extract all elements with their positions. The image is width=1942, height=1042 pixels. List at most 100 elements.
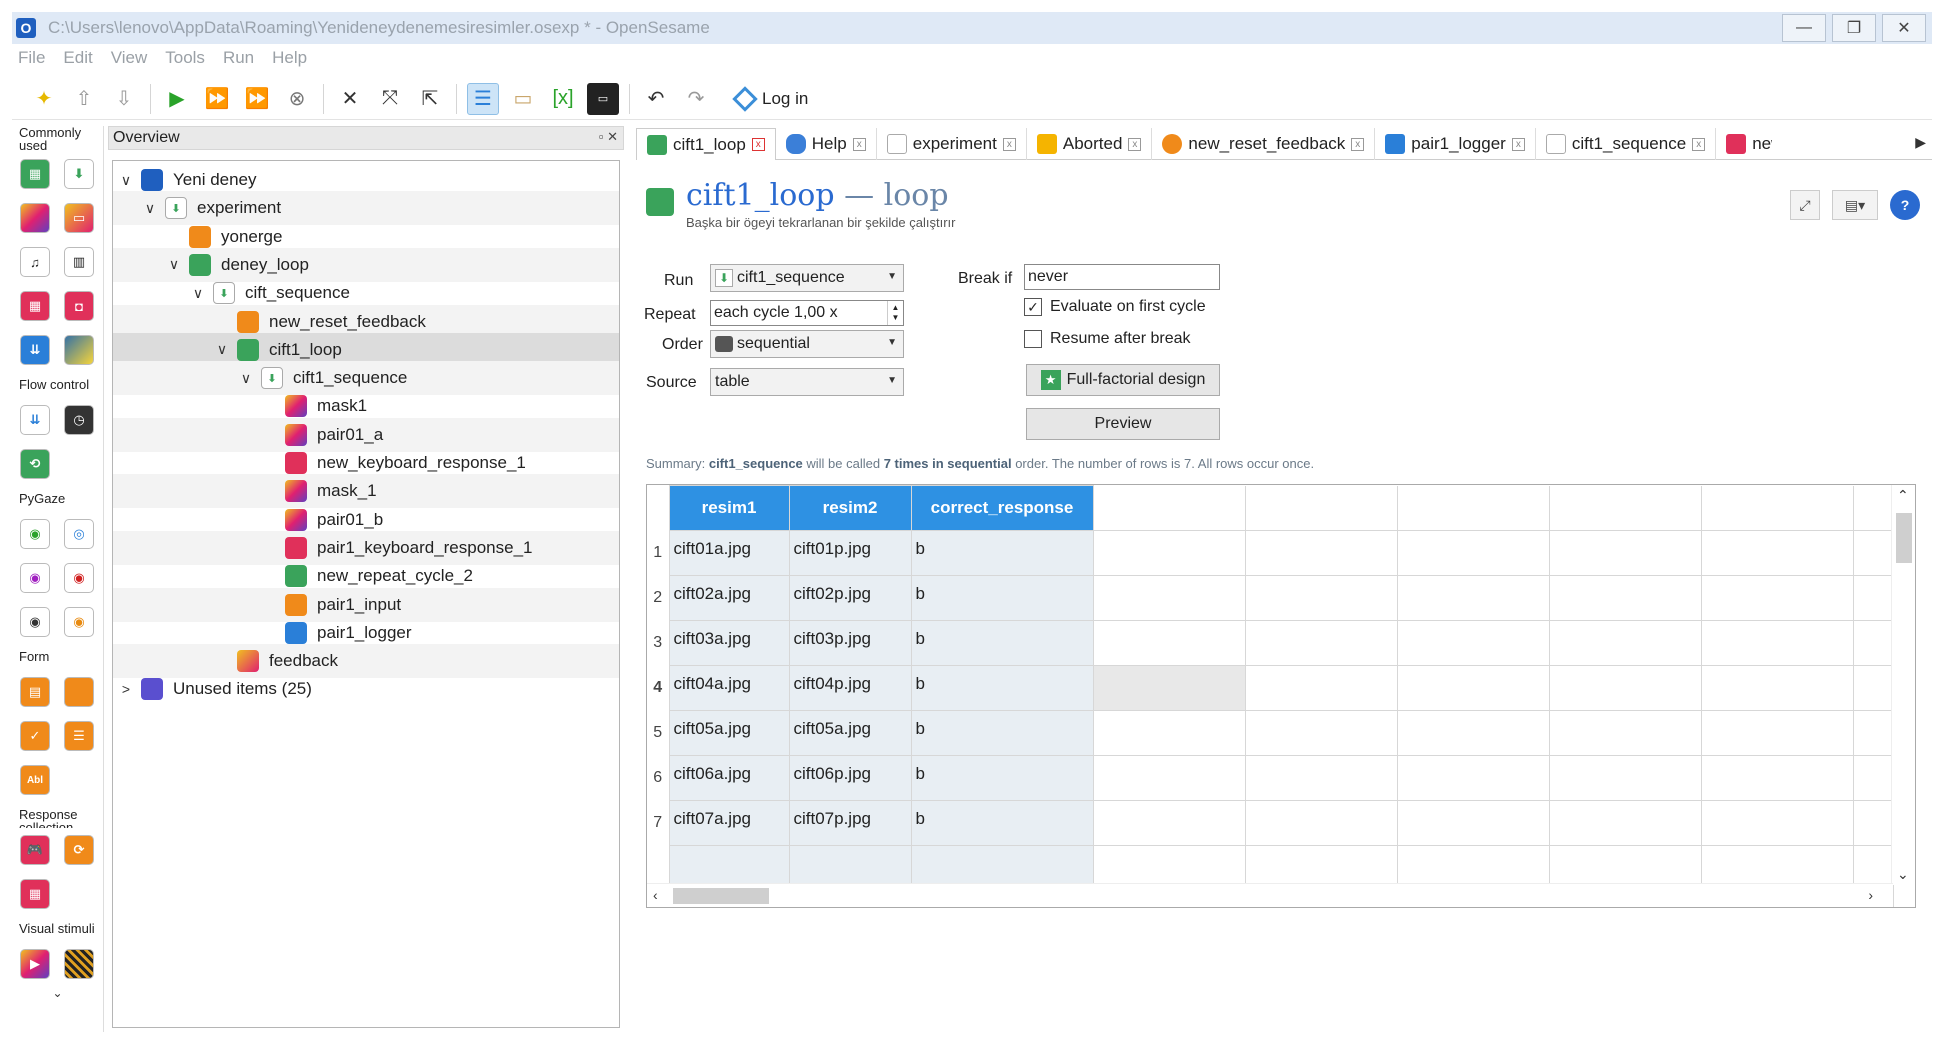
table-cell[interactable]: cift03p.jpg <box>788 620 912 666</box>
table-cell[interactable]: b <box>910 710 1094 756</box>
order-select[interactable]: sequential ▼ <box>710 330 904 358</box>
scroll-up-icon[interactable]: ⌃ <box>1897 487 1909 504</box>
feedback-item-icon[interactable]: ▭ <box>64 203 94 233</box>
tab-cift1-sequence[interactable]: cift1_sequence x <box>1536 128 1717 160</box>
pygaze-drift-correct-icon[interactable]: ◎ <box>64 519 94 549</box>
new-file-icon[interactable]: ✦ <box>28 83 60 115</box>
table-cell[interactable] <box>1700 665 1854 711</box>
table-cell[interactable] <box>1396 665 1550 711</box>
table-cell[interactable] <box>1548 530 1702 576</box>
minimize-button[interactable]: — <box>1782 14 1826 42</box>
table-cell[interactable] <box>1396 530 1550 576</box>
close-tab-icon[interactable]: x <box>852 137 866 151</box>
table-cell[interactable] <box>1244 530 1398 576</box>
synth-item-icon[interactable]: ▥ <box>64 247 94 277</box>
table-cell[interactable] <box>1548 710 1702 756</box>
table-cell[interactable]: cift02p.jpg <box>788 575 912 621</box>
full-factorial-button[interactable]: ★ Full-factorial design <box>1026 364 1220 396</box>
close-tab-icon[interactable]: x <box>1351 137 1365 151</box>
table-cell[interactable] <box>1244 575 1398 621</box>
close-tab-icon[interactable]: x <box>751 138 765 151</box>
chevron-down-icon[interactable]: ∨ <box>213 341 231 358</box>
column-header-resim1[interactable]: resim1 <box>668 485 790 531</box>
close-button[interactable]: ✕ <box>1882 14 1926 42</box>
close-tab-icon[interactable]: x <box>1002 137 1016 151</box>
palette-more-icon[interactable]: ⌄ <box>12 986 103 1000</box>
sketchpad-item-icon[interactable] <box>20 203 50 233</box>
menu-run[interactable]: Run <box>223 48 254 74</box>
table-cell[interactable] <box>1092 665 1246 711</box>
chevron-down-icon[interactable]: ∨ <box>117 172 135 189</box>
overview-dock-controls[interactable]: ▫ ✕ <box>599 129 618 145</box>
table-cell[interactable] <box>1548 575 1702 621</box>
pygaze-start-recording-icon[interactable]: ◉ <box>20 563 50 593</box>
keyboard-response-icon[interactable]: ▦ <box>20 291 50 321</box>
close-all-tabs-icon[interactable]: ✕ <box>334 83 366 115</box>
column-header-resim2[interactable]: resim2 <box>788 485 912 531</box>
table-cell[interactable] <box>1852 575 1894 621</box>
table-cell[interactable] <box>1396 755 1550 801</box>
table-cell[interactable] <box>1396 710 1550 756</box>
close-tab-icon[interactable]: x <box>1511 137 1525 151</box>
joystick-icon[interactable]: 🎮 <box>20 835 50 865</box>
table-cell[interactable] <box>1092 530 1246 576</box>
login-button[interactable]: Log in <box>732 85 808 112</box>
tab-scroll-right-icon[interactable]: ▶ <box>1915 134 1926 151</box>
touch-response-icon[interactable]: ▦ <box>20 879 50 909</box>
table-cell[interactable] <box>1852 665 1894 711</box>
run-in-window-icon[interactable]: ⏩ <box>241 83 273 115</box>
resume-after-break-checkbox[interactable]: Resume after break <box>1024 330 1191 348</box>
pygaze-init-icon[interactable]: ◉ <box>20 519 50 549</box>
mouse-response-icon[interactable]: ◘ <box>64 291 94 321</box>
pygaze-wait-icon[interactable]: ◉ <box>64 607 94 637</box>
pygaze-stop-recording-icon[interactable]: ◉ <box>64 563 94 593</box>
table-cell[interactable]: b <box>910 755 1094 801</box>
table-cell[interactable] <box>1396 575 1550 621</box>
undo-icon[interactable]: ↶ <box>640 83 672 115</box>
table-cell[interactable] <box>1700 620 1854 666</box>
table-cell[interactable] <box>1092 620 1246 666</box>
media-player-icon[interactable]: ▶ <box>20 949 50 979</box>
evaluate-first-cycle-checkbox[interactable]: ✓ Evaluate on first cycle <box>1024 298 1206 316</box>
table-cell[interactable] <box>1396 620 1550 666</box>
tree-item[interactable]: > Unused items (25) <box>113 672 619 706</box>
table-cell[interactable]: b <box>910 620 1094 666</box>
chevron-down-icon[interactable]: ∨ <box>189 285 207 302</box>
overview-toggle-icon[interactable]: ☰ <box>467 82 499 115</box>
source-select[interactable]: table ▼ <box>710 368 904 396</box>
variable-inspector-icon[interactable]: [x] <box>547 83 579 115</box>
fullscreen-icon[interactable]: ⤧ <box>374 83 406 115</box>
table-cell[interactable] <box>1092 710 1246 756</box>
table-cell[interactable] <box>1244 620 1398 666</box>
table-cell[interactable] <box>1244 755 1398 801</box>
tab-cift1-loop[interactable]: cift1_loop x <box>636 128 776 160</box>
vertical-scrollbar[interactable]: ⌃ ⌄ <box>1891 485 1915 885</box>
sequence-item-icon[interactable]: ⬇ <box>64 159 94 189</box>
table-cell[interactable]: cift05a.jpg <box>788 710 912 756</box>
table-cell[interactable] <box>1244 800 1398 846</box>
table-cell[interactable]: cift05a.jpg <box>668 710 790 756</box>
tab-aborted[interactable]: Aborted x <box>1027 128 1153 160</box>
table-cell[interactable]: b <box>910 575 1094 621</box>
restore-button[interactable]: ❐ <box>1832 14 1876 42</box>
sampler-item-icon[interactable]: ♫ <box>20 247 50 277</box>
help-icon[interactable]: ? <box>1890 190 1920 220</box>
break-if-input[interactable]: never <box>1024 264 1220 290</box>
chevron-right-icon[interactable]: > <box>117 681 135 697</box>
table-cell[interactable]: cift06p.jpg <box>788 755 912 801</box>
menu-tools[interactable]: Tools <box>165 48 205 74</box>
table-cell[interactable] <box>1244 710 1398 756</box>
horizontal-scrollbar[interactable]: ‹ › <box>647 883 1893 907</box>
loop-table[interactable]: resim1 resim2 correct_response 1 cift01a.… <box>646 484 1916 908</box>
table-cell[interactable] <box>1092 800 1246 846</box>
debug-console-icon[interactable]: ▭ <box>587 82 619 115</box>
table-cell[interactable]: cift03a.jpg <box>668 620 790 666</box>
table-cell[interactable] <box>1700 800 1854 846</box>
table-cell[interactable]: cift07p.jpg <box>788 800 912 846</box>
loop-item-icon[interactable]: ▦ <box>20 159 50 189</box>
chevron-down-icon[interactable]: ∨ <box>237 370 255 387</box>
table-cell[interactable] <box>1092 575 1246 621</box>
scroll-right-icon[interactable]: › <box>1868 887 1873 903</box>
tab-pair1-logger[interactable]: pair1_logger x <box>1375 128 1536 160</box>
coroutines-item-icon[interactable]: ⇊ <box>20 405 50 435</box>
